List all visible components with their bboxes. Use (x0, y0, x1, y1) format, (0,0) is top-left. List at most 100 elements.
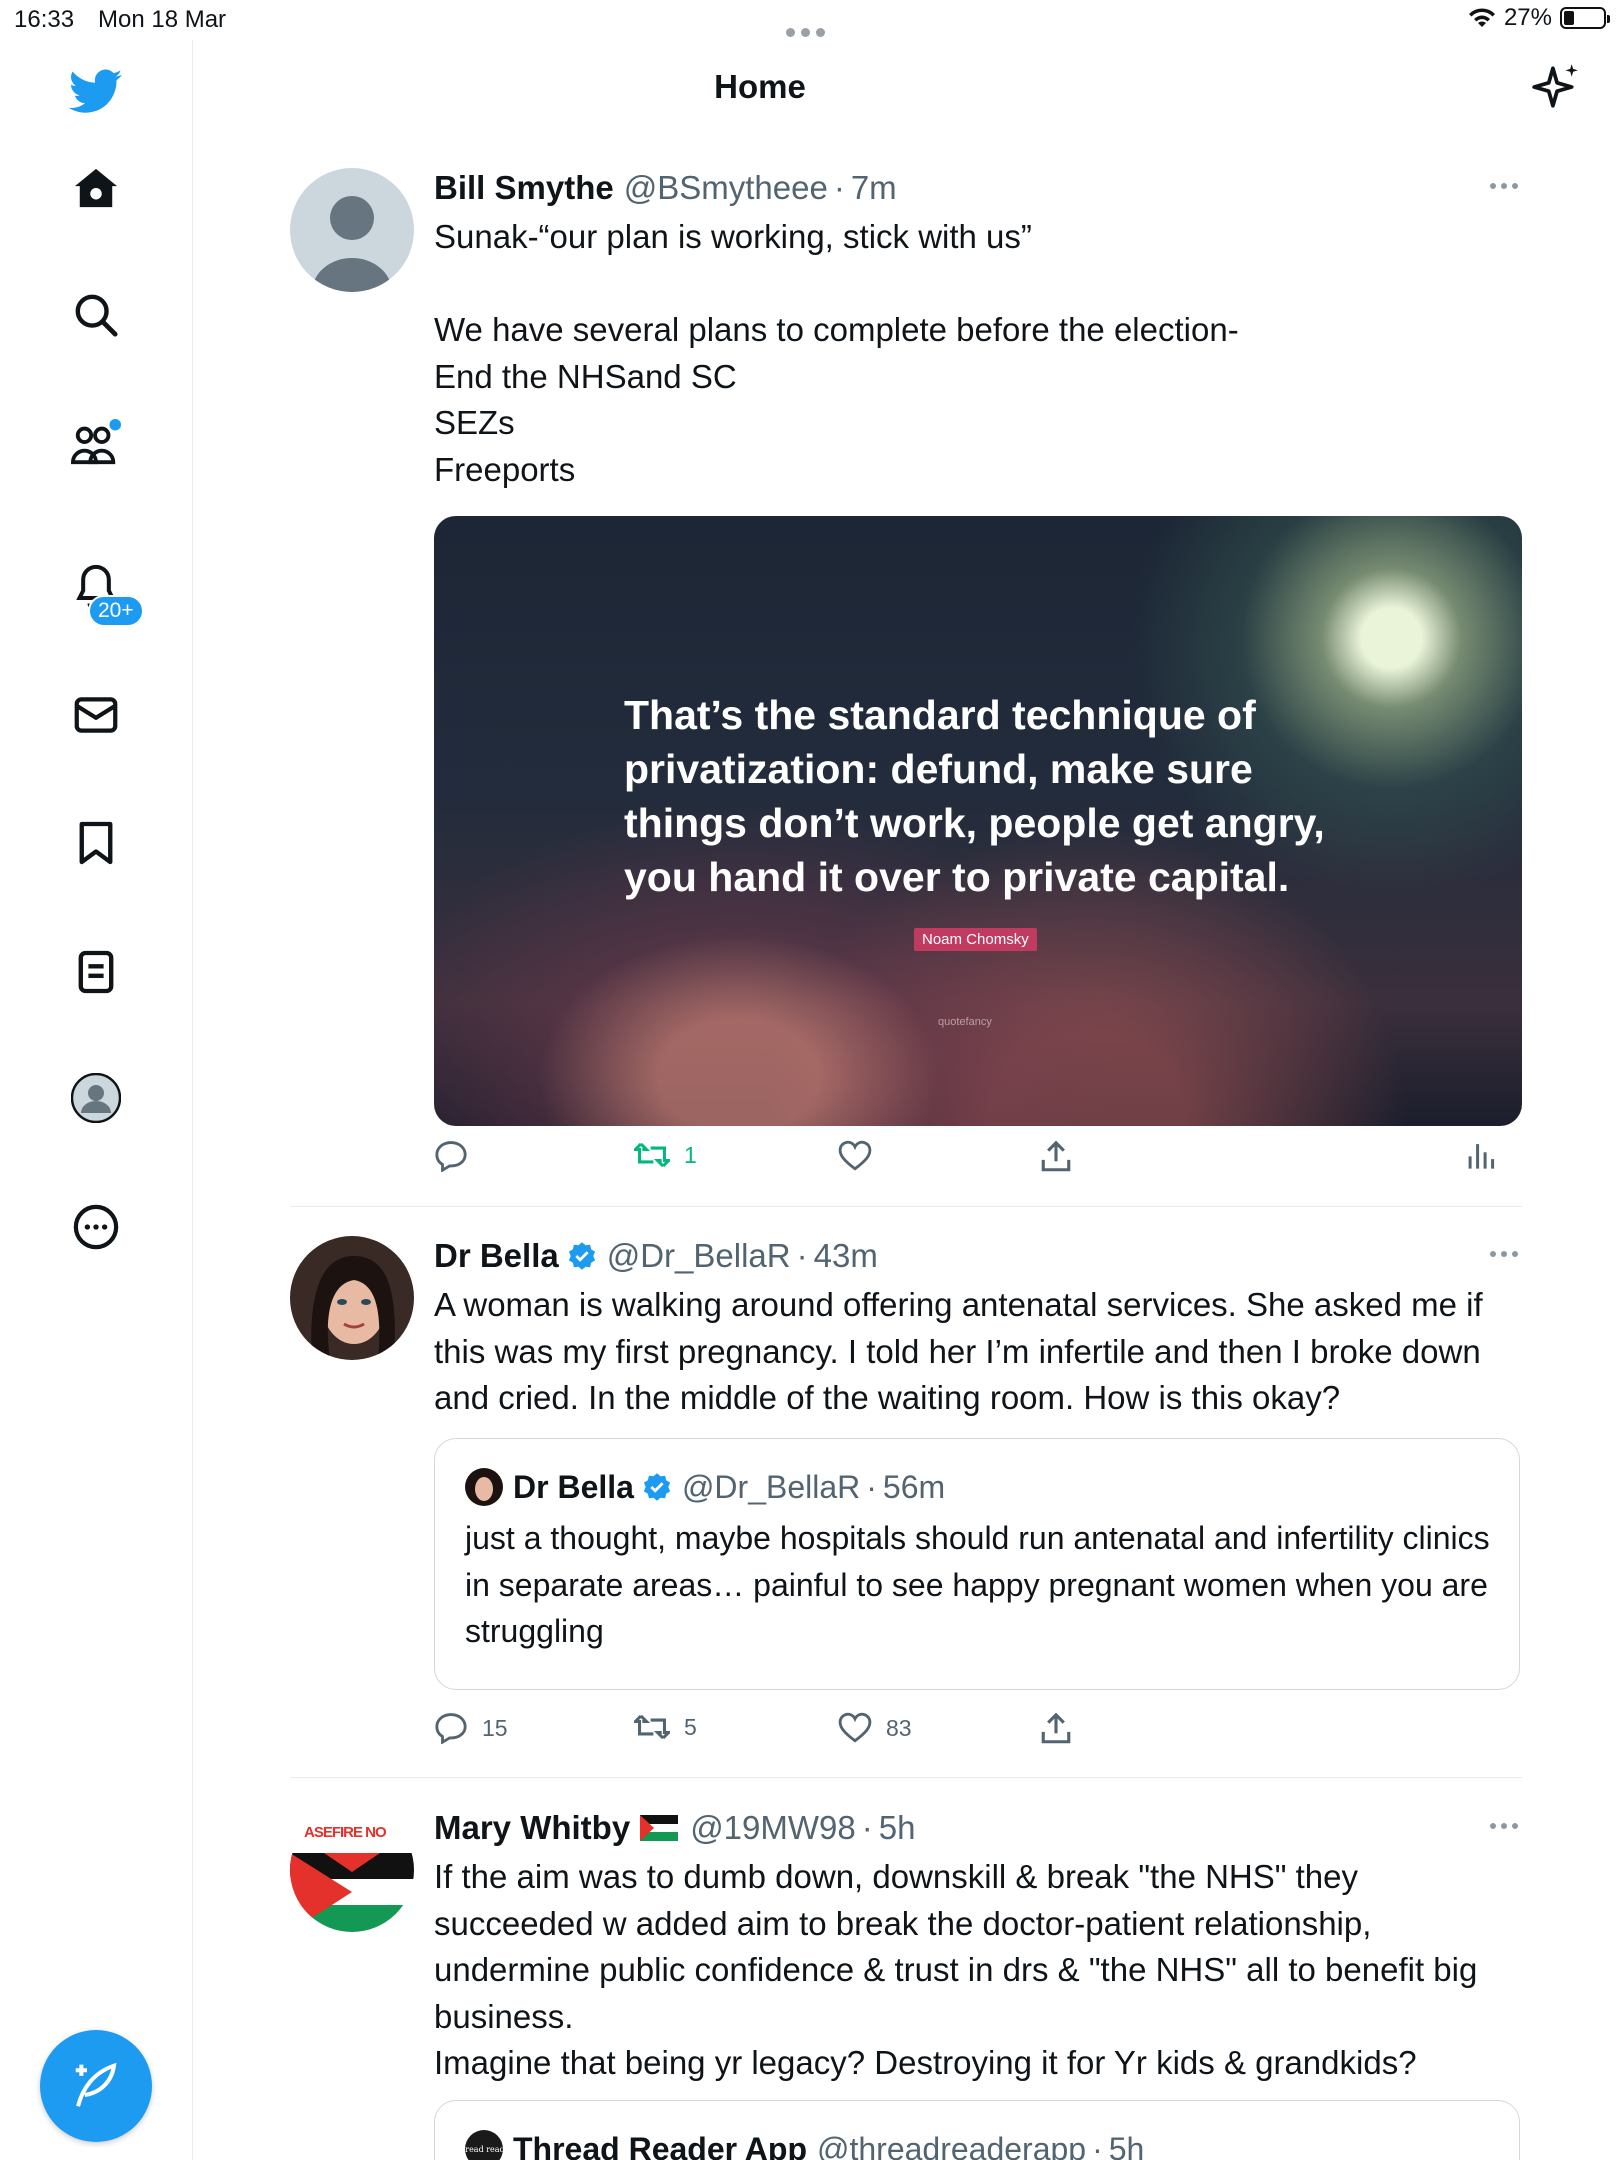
quoted-tweet-content: Thread reader Thread Reader App @threadr… (465, 2129, 1495, 2160)
quoted-tweet-text: just a thought, maybe hospitals should r… (465, 1520, 1499, 1649)
reply-icon (435, 1713, 467, 1744)
share-icon (1041, 1140, 1071, 1172)
dot-separator: · (861, 1809, 873, 1846)
like-count: 83 (886, 1714, 912, 1741)
heart-icon (838, 1712, 872, 1743)
sparkle-icon[interactable] (1530, 62, 1580, 112)
retweet-button[interactable]: 1 (634, 1140, 697, 1170)
more-options-icon[interactable] (1490, 176, 1520, 196)
reply-count: 15 (482, 1714, 508, 1741)
compose-tweet-button[interactable] (40, 2030, 152, 2142)
notifications-badge: 20+ (88, 595, 144, 627)
tweet-text: Sunak-“our plan is working, stick with u… (434, 218, 1239, 488)
quoted-tweet-content: Dr Bella @Dr_BellaR · 56m just a thought… (465, 1467, 1495, 1655)
quoted-author-name[interactable]: Dr Bella (513, 1469, 634, 1506)
quoted-author-handle[interactable]: @Dr_BellaR (682, 1469, 860, 1506)
home-icon[interactable] (66, 158, 126, 218)
multitasking-dots-icon[interactable] (786, 16, 832, 37)
status-right: 27% (1468, 4, 1610, 32)
avatar[interactable] (290, 1236, 414, 1360)
bookmarks-icon[interactable] (66, 813, 126, 873)
compose-feather-icon (75, 2062, 117, 2107)
battery-percent: 27% (1503, 4, 1552, 31)
author-handle[interactable]: @BSmytheee (624, 169, 828, 207)
reply-button[interactable]: 15 (434, 1712, 508, 1744)
tweet-time[interactable]: 43m (814, 1237, 878, 1275)
retweet-icon (634, 1714, 670, 1740)
battery-fill (1564, 11, 1575, 25)
tweet-card[interactable]: Dr Bella @Dr_BellaR · 43m A woman is wal… (290, 1236, 1522, 1776)
verified-badge-icon (643, 1473, 671, 1501)
author-handle[interactable]: @19MW98 (690, 1809, 856, 1847)
tweet-card[interactable]: ASEFIRE NO Mary Whitby @19MW98 · 5h If t… (290, 1808, 1522, 2160)
verified-badge-icon (568, 1242, 595, 1270)
like-button[interactable] (838, 1140, 872, 1172)
tweet-body: Mary Whitby @19MW98 · 5h If the aim was … (434, 1808, 1522, 2087)
quoted-tweet-time[interactable]: 5h (1109, 2131, 1145, 2160)
profile-icon[interactable] (66, 1068, 126, 1128)
tweet-text: A woman is walking around offering anten… (434, 1286, 1492, 1416)
author-name[interactable]: Dr Bella (434, 1237, 559, 1275)
share-button[interactable] (1040, 1140, 1072, 1174)
tweet-actions: 15 5 83 (434, 1712, 1522, 1752)
reply-icon (435, 1141, 467, 1172)
tweet-card[interactable]: Bill Smythe @BSmytheee · 7m Sunak-“our p… (290, 168, 1522, 1208)
status-time: 16:33 (14, 6, 75, 33)
tweet-body: Dr Bella @Dr_BellaR · 43m A woman is wal… (434, 1236, 1522, 1422)
media-quote-text: That’s the standard technique of privati… (624, 692, 1325, 900)
author-name[interactable]: Bill Smythe (434, 169, 614, 207)
more-options-icon[interactable] (1490, 1244, 1520, 1264)
communities-icon[interactable] (66, 413, 126, 473)
status-bar: 16:33 Mon 18 Mar 27% (0, 0, 1620, 40)
divider (290, 1206, 1522, 1207)
tweet-time[interactable]: 5h (879, 1809, 916, 1847)
sidebar: 20+ (0, 40, 193, 2160)
avatar[interactable]: ASEFIRE NO (290, 1808, 414, 1932)
quoted-tweet-card[interactable]: Dr Bella @Dr_BellaR · 56m just a thought… (434, 1438, 1520, 1690)
page-title: Home (714, 68, 806, 105)
quoted-avatar[interactable]: Thread reader (465, 2130, 503, 2160)
tweet-body: Bill Smythe @BSmytheee · 7m Sunak-“our p… (434, 168, 1522, 493)
quoted-avatar[interactable] (465, 1468, 503, 1506)
quoted-tweet-header: Dr Bella @Dr_BellaR · 56m (465, 1467, 1495, 1507)
retweet-button[interactable]: 5 (634, 1712, 697, 1742)
status-date: Mon 18 Mar (98, 6, 227, 33)
dot-separator: · (866, 1468, 877, 1505)
media-watermark: quotefancy (938, 1016, 992, 1028)
dot-separator: · (833, 169, 845, 206)
tweet-time[interactable]: 7m (851, 169, 897, 207)
quoted-tweet-time[interactable]: 56m (883, 1469, 945, 1506)
more-options-icon[interactable] (1490, 1816, 1520, 1836)
retweet-count: 1 (684, 1141, 697, 1168)
share-icon (1041, 1712, 1071, 1744)
quoted-tweet-card[interactable]: Thread reader Thread Reader App @threadr… (434, 2100, 1520, 2160)
quoted-author-handle[interactable]: @threadreaderapp (817, 2131, 1086, 2160)
retweet-icon (634, 1142, 670, 1168)
avatar[interactable] (290, 168, 414, 292)
like-button[interactable]: 83 (838, 1712, 912, 1744)
wifi-icon (1468, 8, 1495, 27)
retweet-count: 5 (684, 1713, 697, 1740)
battery-icon (1560, 7, 1610, 29)
tweet-media-image[interactable]: That’s the standard technique of privati… (434, 516, 1522, 1126)
tweet-header: Mary Whitby @19MW98 · 5h (434, 1808, 1522, 1848)
dot-separator: · (1092, 2130, 1103, 2160)
twitter-logo-icon[interactable] (66, 62, 126, 122)
author-name[interactable]: Mary Whitby (434, 1809, 630, 1847)
tweet-header: Bill Smythe @BSmytheee · 7m (434, 168, 1522, 208)
divider (290, 1777, 1522, 1778)
search-icon[interactable] (66, 285, 126, 345)
messages-icon[interactable] (66, 685, 126, 745)
palestine-flag-icon (640, 1815, 679, 1841)
author-handle[interactable]: @Dr_BellaR (607, 1237, 791, 1275)
avatar-text: ASEFIRE NO (304, 1824, 387, 1841)
more-icon[interactable] (66, 1197, 126, 1257)
reply-button[interactable] (434, 1140, 468, 1172)
quoted-tweet-header: Thread reader Thread Reader App @threadr… (465, 2129, 1495, 2160)
share-button[interactable] (1040, 1712, 1072, 1746)
analytics-button[interactable] (1466, 1140, 1496, 1170)
media-quote-author: Noam Chomsky (914, 928, 1037, 951)
quoted-author-name[interactable]: Thread Reader App (513, 2131, 807, 2160)
lists-icon[interactable] (66, 942, 126, 1002)
dot-separator: · (796, 1237, 808, 1274)
